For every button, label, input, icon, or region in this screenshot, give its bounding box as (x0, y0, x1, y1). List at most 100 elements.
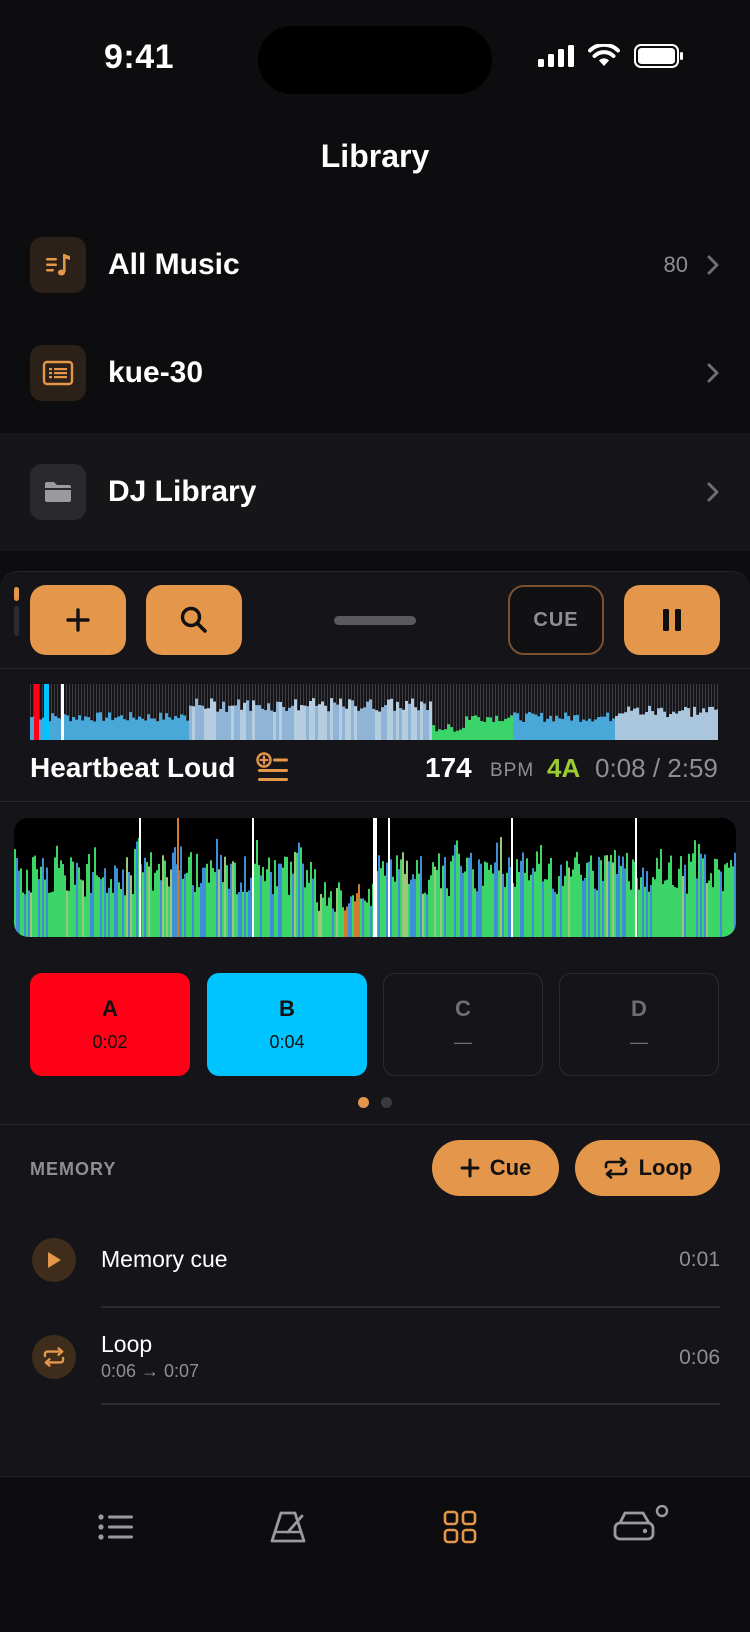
zoom-wave-bar (580, 874, 582, 937)
overview-bar (693, 706, 696, 740)
zoom-waveform[interactable] (14, 818, 736, 937)
overview-bar (39, 719, 42, 740)
zoom-wave-bar (716, 859, 718, 937)
overview-bar (315, 705, 318, 740)
pause-button[interactable] (624, 585, 720, 655)
add-to-queue-icon[interactable] (256, 752, 290, 784)
zoom-wave-bar (426, 894, 428, 937)
overview-bar (291, 705, 294, 740)
overview-bar (246, 700, 249, 740)
divider (0, 668, 750, 669)
page-dot-active[interactable] (358, 1097, 369, 1108)
zoom-wave-bar (394, 881, 396, 937)
play-icon[interactable] (32, 1238, 76, 1282)
overview-bar (108, 712, 111, 740)
zoom-wave-bar (186, 872, 188, 937)
overview-bar (165, 713, 168, 740)
overview-bar (483, 721, 486, 740)
zoom-wave-bar (690, 861, 692, 937)
zoom-wave-bar (242, 891, 244, 937)
add-button[interactable] (30, 585, 126, 655)
zoom-wave-bar (642, 867, 644, 937)
zoom-wave-bar (248, 890, 250, 937)
overview-bar (480, 721, 483, 740)
beatgrid-line (388, 818, 390, 937)
zoom-wave-bar (108, 887, 110, 937)
cue-button[interactable]: CUE (508, 585, 604, 655)
zoom-wave-bar (678, 868, 680, 937)
zoom-wave-bar (308, 882, 310, 937)
hotcue-pad-c[interactable]: C — (383, 973, 543, 1076)
zoom-wave-bar (474, 888, 476, 937)
zoom-wave-bar (694, 840, 696, 937)
overview-waveform[interactable] (30, 684, 718, 740)
overview-bar (621, 713, 624, 740)
zoom-wave-bar (38, 879, 40, 937)
zoom-wave-bar (416, 859, 418, 937)
zoom-wave-bar (400, 859, 402, 937)
zoom-wave-bar (364, 900, 366, 937)
hotcue-pad-d[interactable]: D — (559, 973, 719, 1076)
library-item-label: kue-30 (108, 356, 204, 389)
overview-bar (156, 721, 159, 740)
page-dot[interactable] (381, 1097, 392, 1108)
zoom-wave-bar (666, 879, 668, 937)
tab-metronome[interactable] (264, 1503, 312, 1551)
overview-bar (471, 716, 474, 740)
zoom-wave-bar (594, 888, 596, 937)
panel-grabber[interactable] (334, 616, 416, 625)
zoom-wave-bar (524, 872, 526, 937)
overview-bar (354, 706, 357, 740)
memory-item-title: Loop (101, 1331, 153, 1357)
tab-device[interactable] (612, 1503, 672, 1551)
zoom-wave-bar (240, 882, 242, 937)
zoom-wave-bar (390, 859, 392, 937)
zoom-wave-bar (262, 866, 264, 937)
overview-bar (426, 710, 429, 740)
overview-bar (585, 720, 588, 740)
chevron-right-icon (707, 255, 719, 275)
overview-bar (192, 706, 195, 740)
zoom-wave-bar (598, 857, 600, 937)
overview-bar (75, 719, 78, 740)
zoom-wave-bar (146, 862, 148, 937)
tab-library[interactable] (92, 1503, 140, 1551)
zoom-wave-bar (470, 852, 472, 937)
hotcue-pad-b[interactable]: B 0:04 (207, 973, 367, 1076)
memory-cue-marker (177, 818, 179, 937)
hotcue-marker (44, 684, 49, 740)
overview-bar (279, 701, 282, 740)
overview-bar (345, 708, 348, 740)
zoom-wave-bar (232, 861, 234, 937)
zoom-wave-bar (302, 863, 304, 937)
zoom-waveform-graphic (14, 818, 736, 937)
zoom-wave-bar (456, 840, 458, 937)
zoom-wave-bar (74, 884, 76, 937)
overview-bar (327, 711, 330, 740)
search-button[interactable] (146, 585, 242, 655)
zoom-wave-bar (306, 870, 308, 937)
library-item-dj-library[interactable]: DJ Library (0, 433, 750, 551)
library-item-count: 80 (663, 252, 688, 277)
overview-bar (273, 711, 276, 740)
library-item-kue-30[interactable]: kue-30 (0, 319, 750, 427)
library-item-all-music[interactable]: All Music 80 (0, 211, 750, 319)
zoom-wave-bar (190, 852, 192, 937)
zoom-playhead (373, 818, 377, 937)
overview-bar (72, 717, 75, 740)
tab-pads[interactable] (436, 1503, 484, 1551)
add-memory-cue-button[interactable]: Cue (432, 1140, 559, 1196)
zoom-wave-bar (384, 875, 386, 937)
zoom-wave-bar (586, 862, 588, 937)
hotcue-letter: B (279, 996, 295, 1021)
overview-bar (342, 706, 345, 740)
zoom-wave-bar (600, 860, 602, 937)
page-title: Library (320, 138, 430, 174)
hotcue-marker (34, 684, 39, 740)
zoom-wave-bar (418, 873, 420, 937)
hotcue-pad-a[interactable]: A 0:02 (30, 973, 190, 1076)
loop-icon[interactable] (32, 1335, 76, 1379)
overview-bar (204, 708, 207, 740)
add-loop-button[interactable]: Loop (575, 1140, 720, 1196)
zoom-wave-bar (380, 868, 382, 937)
